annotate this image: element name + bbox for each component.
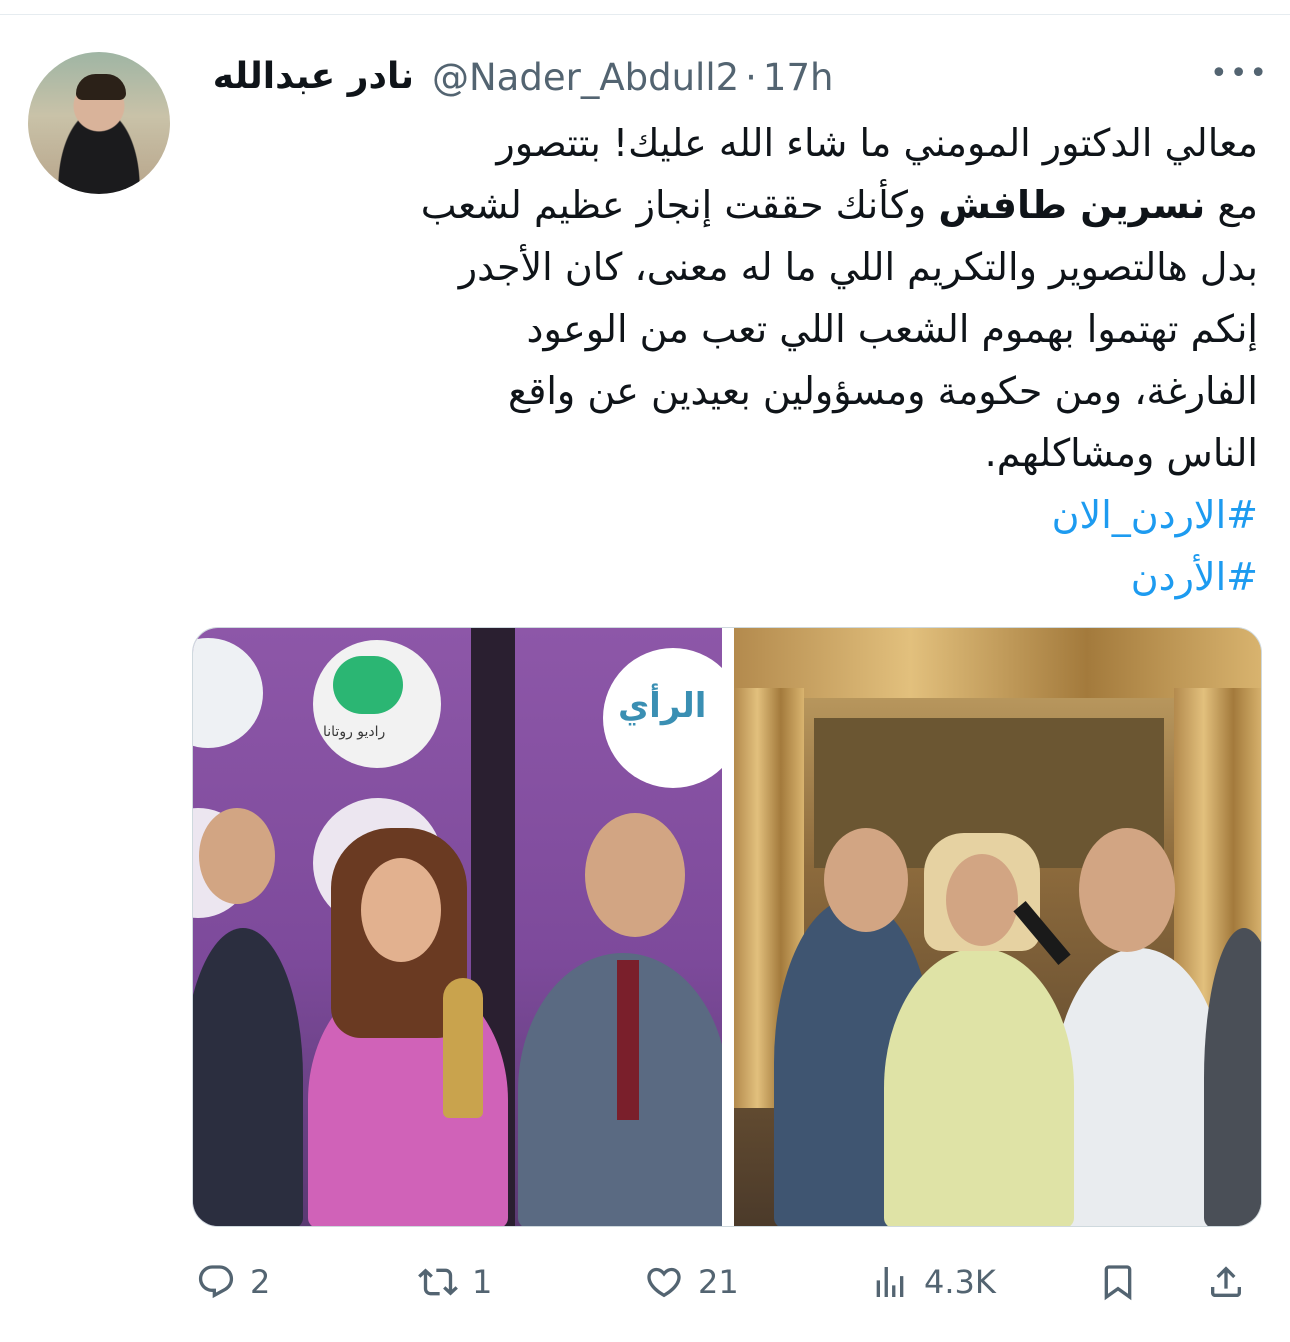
reply-count: 2 (250, 1263, 271, 1301)
bookmark-icon (1104, 1265, 1132, 1301)
views-button[interactable]: 4.3K (870, 1252, 996, 1312)
man-left-head (199, 808, 275, 904)
retweet-icon (418, 1268, 458, 1296)
retweet-button[interactable]: 1 (418, 1252, 492, 1312)
avatar[interactable] (28, 52, 170, 194)
views-icon (876, 1267, 904, 1297)
tweet-line-6: الناس ومشاكلهم. (984, 431, 1258, 475)
views-count: 4.3K (924, 1263, 996, 1301)
man-white-head (1079, 828, 1175, 952)
man-white-shirt (1054, 948, 1224, 1226)
more-options-icon[interactable]: ••• (1210, 59, 1269, 89)
man-right-tie (617, 960, 639, 1120)
award-trophy (443, 978, 483, 1118)
mentioned-name: نسرين طافش (938, 183, 1206, 227)
hashtag-link[interactable]: #الأردن (198, 546, 1258, 608)
man-right-head (585, 813, 685, 937)
share-button[interactable] (1206, 1252, 1246, 1312)
avatar-hair (76, 74, 126, 100)
top-divider (0, 14, 1290, 15)
reply-icon (198, 1265, 234, 1299)
hashtag-link[interactable]: #الاردن_الان (198, 484, 1258, 546)
tweet-line-4: إنكم تهتموا بهموم الشعب اللي تعب من الوع… (526, 307, 1258, 351)
tweet-line-5: الفارغة، ومن حكومة ومسؤولين بعيدين عن وا… (507, 369, 1258, 413)
action-bar: 2 1 21 4.3K (0, 1252, 1290, 1312)
separator-dot: · (745, 55, 757, 99)
like-icon (647, 1267, 681, 1298)
media-photo-right[interactable] (734, 628, 1261, 1226)
user-handle[interactable]: @Nader_Abdull2 (432, 56, 739, 99)
woman-head (361, 858, 441, 962)
backdrop-logo (193, 638, 263, 748)
rotana-logo-text: راديو روتانا (323, 724, 386, 740)
tweet-line-3: بدل هالتصوير والتكريم اللي ما له معنى، ك… (458, 245, 1258, 289)
tweet-line-2: مع نسرين طافش وكأنك حققت إنجاز عظيم لشعب (198, 174, 1258, 236)
handle-time-line: @Nader_Abdull2 · 17h (432, 52, 833, 102)
tweet-line-2-prefix: مع (1217, 183, 1258, 227)
like-count: 21 (698, 1263, 739, 1301)
display-name[interactable]: نادر عبدالله (190, 52, 414, 102)
media-grid: راديو روتانا الرأي (192, 627, 1262, 1227)
rotana-logo (333, 656, 403, 714)
retweet-count: 1 (472, 1263, 493, 1301)
alrai-logo-text: الرأي (618, 686, 707, 726)
timestamp[interactable]: 17h (763, 56, 834, 99)
tweet-line-2-rest: وكأنك حققت إنجاز عظيم لشعب (420, 183, 927, 227)
man-left-suit (193, 928, 303, 1226)
reply-button[interactable]: 2 (196, 1252, 270, 1312)
man-blue-head (824, 828, 908, 932)
singer-head (946, 854, 1018, 946)
tweet-line-1: معالي الدكتور المومني ما شاء الله عليك! … (496, 121, 1258, 165)
share-icon (1211, 1266, 1241, 1297)
tweet-text: معالي الدكتور المومني ما شاء الله عليك! … (198, 112, 1258, 608)
media-photo-left[interactable]: راديو روتانا الرأي (193, 628, 722, 1226)
bookmark-button[interactable] (1098, 1252, 1138, 1312)
like-button[interactable]: 21 (644, 1252, 739, 1312)
singer-sequin-dress (884, 948, 1074, 1226)
